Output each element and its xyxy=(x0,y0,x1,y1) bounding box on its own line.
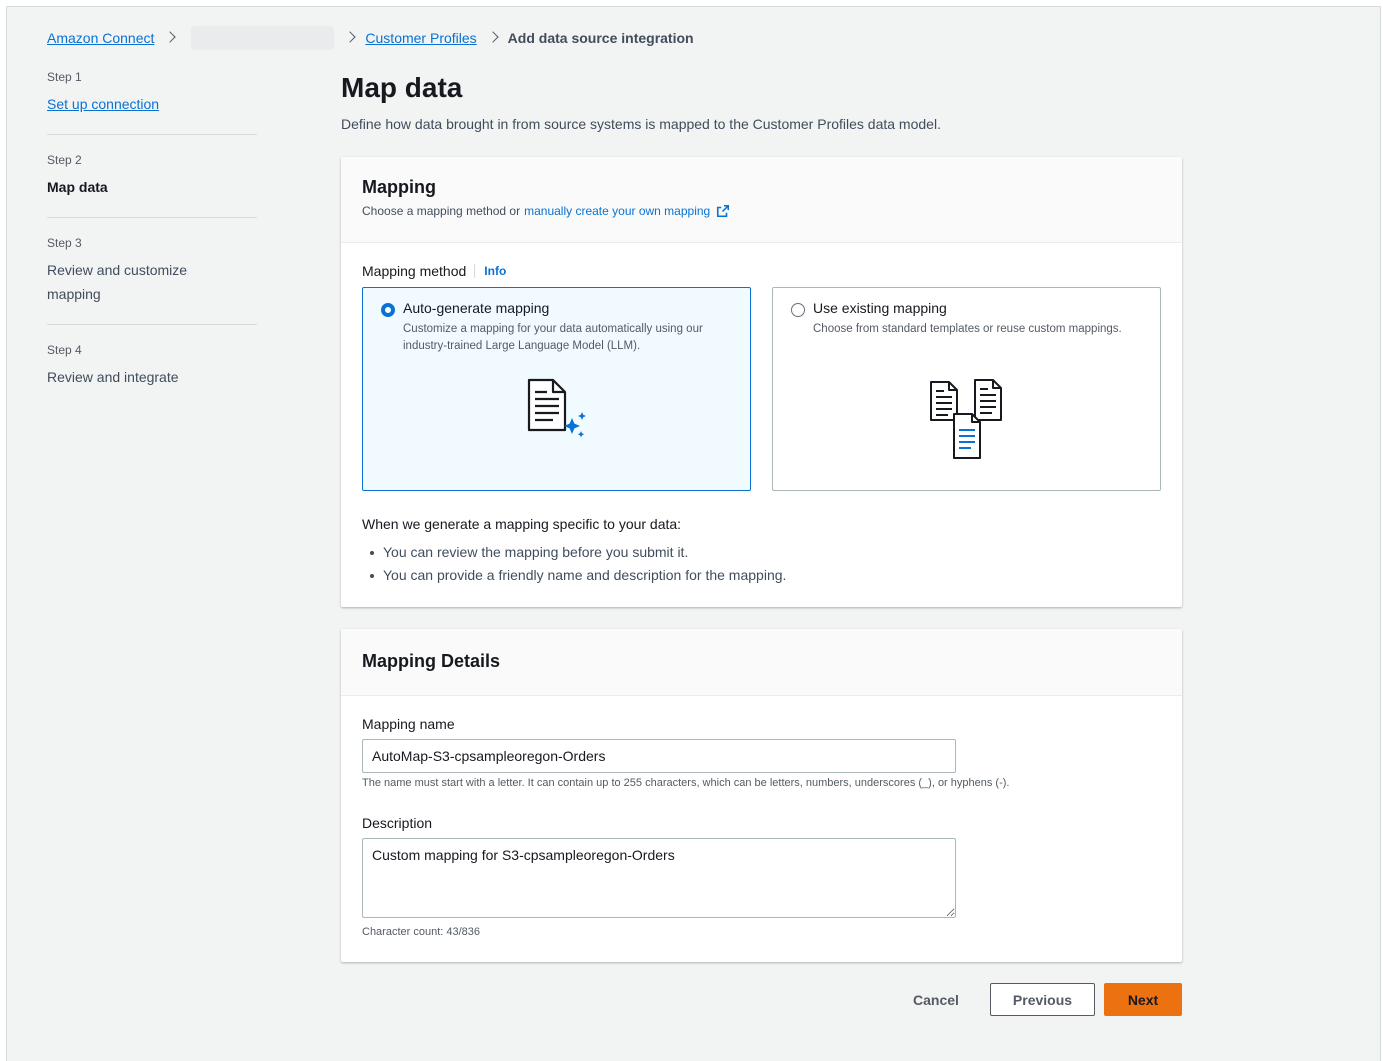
tile-auto-generate-mapping[interactable]: Auto-generate mapping Customize a mappin… xyxy=(362,287,751,491)
list-item: You can provide a friendly name and desc… xyxy=(362,564,786,587)
chevron-right-icon xyxy=(166,31,176,45)
chevron-right-icon xyxy=(489,31,499,45)
mapping-details-container: Mapping Details Mapping name The name mu… xyxy=(341,629,1182,962)
tile-use-existing-mapping[interactable]: Use existing mapping Choose from standar… xyxy=(772,287,1161,491)
mapping-name-input[interactable] xyxy=(362,739,956,773)
tile-description: Customize a mapping for your data automa… xyxy=(403,323,703,352)
breadcrumb-customer-profiles[interactable]: Customer Profiles xyxy=(365,30,476,46)
mapping-name-field: Mapping name The name must start with a … xyxy=(362,716,1009,789)
wizard-step-2: Step 2 Map data xyxy=(47,153,257,218)
character-count: Character count: 43/836 xyxy=(362,926,481,938)
mapping-notes-list: You can review the mapping before you su… xyxy=(362,541,786,587)
description-label: Description xyxy=(362,815,433,831)
breadcrumb-redacted-instance[interactable] xyxy=(191,26,335,50)
chevron-right-icon xyxy=(346,31,356,45)
mapping-title: Mapping xyxy=(362,177,436,197)
manual-mapping-link[interactable]: manually create your own mapping xyxy=(524,204,710,218)
breadcrumb-amazon-connect[interactable]: Amazon Connect xyxy=(47,30,154,46)
step-number: Step 2 xyxy=(47,153,82,167)
mapping-method-text: Mapping method xyxy=(362,263,467,279)
mapping-container: Mapping Choose a mapping method or manua… xyxy=(341,157,1182,607)
wizard-steps: Step 1 Set up connection Step 2 Map data… xyxy=(47,70,257,425)
step-number: Step 1 xyxy=(47,70,82,84)
tile-art xyxy=(773,378,1160,462)
wizard-step-4: Step 4 Review and integrate xyxy=(47,343,257,407)
cancel-button[interactable]: Cancel xyxy=(900,983,972,1016)
mapping-details-title: Mapping Details xyxy=(362,651,501,671)
radio-use-existing[interactable] xyxy=(791,303,805,317)
breadcrumb: Amazon Connect Customer Profiles Add dat… xyxy=(47,26,694,50)
description-textarea[interactable]: Custom mapping for S3-cpsampleoregon-Ord… xyxy=(362,838,956,918)
tile-title: Auto-generate mapping xyxy=(403,300,550,316)
mapping-details-header: Mapping Details xyxy=(341,629,1182,696)
tile-description: Choose from standard templates or reuse … xyxy=(813,323,1122,335)
mapping-name-label: Mapping name xyxy=(362,716,455,732)
step-link-set-up-connection[interactable]: Set up connection xyxy=(47,92,257,116)
step-title-map-data: Map data xyxy=(47,179,108,195)
mapping-note-intro: When we generate a mapping specific to y… xyxy=(362,516,682,532)
page-description: Define how data brought in from source s… xyxy=(341,116,941,132)
mapping-header: Mapping Choose a mapping method or manua… xyxy=(341,157,1182,243)
step-number: Step 4 xyxy=(47,343,82,357)
mapping-method-label: Mapping method Info xyxy=(362,263,506,279)
step-title-review-customize: Review and customize mapping xyxy=(47,262,188,302)
list-item: You can review the mapping before you su… xyxy=(362,541,786,564)
description-field: Description Custom mapping for S3-cpsamp… xyxy=(362,815,956,938)
next-button[interactable]: Next xyxy=(1104,983,1182,1016)
tile-art xyxy=(363,378,750,444)
step-title-review-integrate: Review and integrate xyxy=(47,369,179,385)
step-number: Step 3 xyxy=(47,236,82,250)
document-sparkle-icon xyxy=(527,378,586,438)
tile-title: Use existing mapping xyxy=(813,300,947,316)
wizard-step-1: Step 1 Set up connection xyxy=(47,70,257,135)
mapping-notes: When we generate a mapping specific to y… xyxy=(362,516,786,587)
documents-stack-icon xyxy=(929,379,1002,459)
external-link-icon[interactable] xyxy=(716,204,730,218)
info-link[interactable]: Info xyxy=(474,264,506,278)
wizard-step-3: Step 3 Review and customize mapping xyxy=(47,236,257,325)
breadcrumb-current: Add data source integration xyxy=(507,30,694,46)
mapping-subtitle: Choose a mapping method or manually crea… xyxy=(362,204,1161,218)
page-title: Map data xyxy=(341,72,463,103)
radio-auto-generate[interactable] xyxy=(381,303,395,317)
mapping-name-hint: The name must start with a letter. It ca… xyxy=(362,777,1010,789)
mapping-subtitle-text: Choose a mapping method or xyxy=(362,204,521,218)
previous-button[interactable]: Previous xyxy=(990,983,1095,1016)
